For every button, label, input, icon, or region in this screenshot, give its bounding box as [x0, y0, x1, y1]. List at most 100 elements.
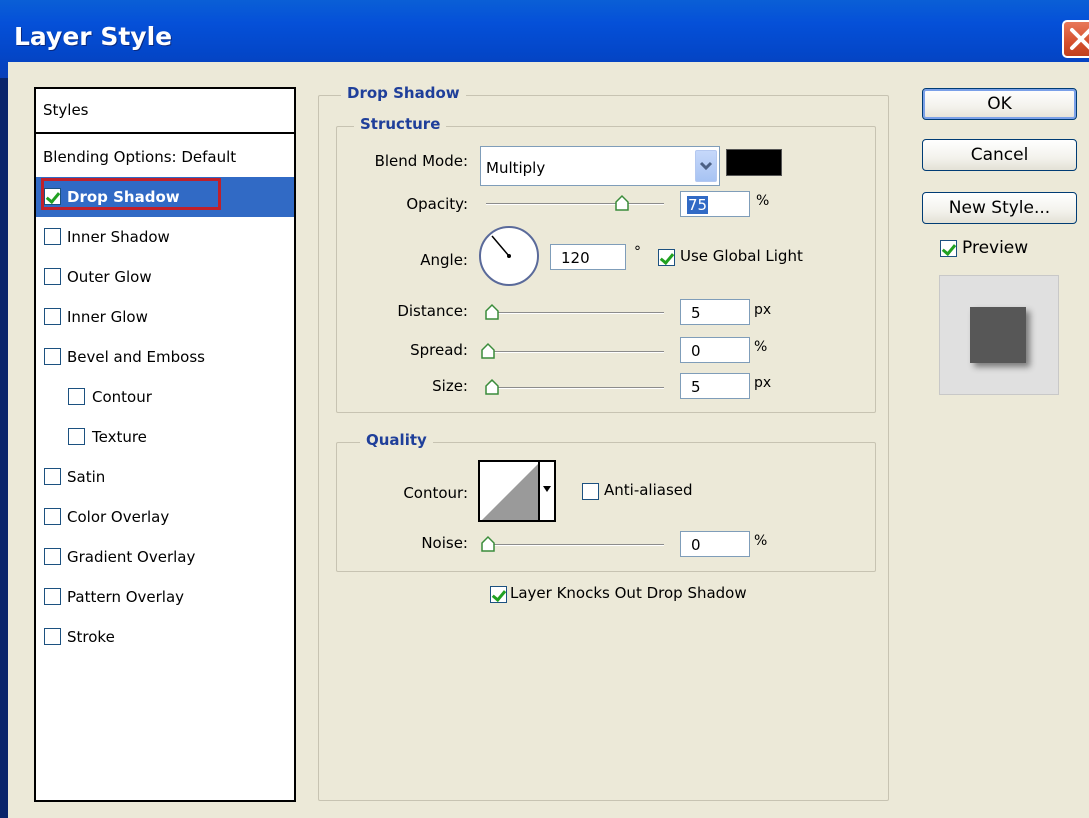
distance-input[interactable]: 5: [680, 299, 750, 325]
shadow-color-swatch[interactable]: [726, 149, 782, 176]
style-item[interactable]: Inner Glow: [36, 297, 294, 337]
distance-label: Distance:: [397, 302, 468, 320]
style-checkbox[interactable]: [44, 268, 61, 285]
contour-dropdown-button[interactable]: [538, 462, 554, 520]
ok-button[interactable]: OK: [922, 88, 1077, 120]
style-checkbox[interactable]: [44, 308, 61, 325]
use-global-light-label[interactable]: Use Global Light: [680, 247, 803, 265]
close-icon: [1070, 28, 1089, 50]
style-checkbox[interactable]: [44, 628, 61, 645]
style-item[interactable]: Outer Glow: [36, 257, 294, 297]
dialog-body: Styles Blending Options: Default Drop Sha…: [8, 62, 1089, 818]
style-item[interactable]: Drop Shadow: [36, 177, 294, 217]
style-item-label: Gradient Overlay: [67, 548, 196, 566]
style-checkbox[interactable]: [44, 508, 61, 525]
noise-label: Noise:: [421, 534, 468, 552]
triangle-down-icon: [543, 486, 551, 492]
style-item[interactable]: Texture: [36, 417, 294, 457]
style-item-label: Blending Options: Default: [43, 148, 237, 166]
style-checkbox[interactable]: [44, 468, 61, 485]
style-item[interactable]: Pattern Overlay: [36, 577, 294, 617]
style-item[interactable]: Stroke: [36, 617, 294, 657]
style-checkbox[interactable]: [44, 548, 61, 565]
opacity-value: 75: [687, 196, 709, 214]
style-item[interactable]: Gradient Overlay: [36, 537, 294, 577]
blend-mode-label: Blend Mode:: [374, 152, 468, 170]
style-item[interactable]: Blending Options: Default: [36, 137, 294, 177]
style-checkbox[interactable]: [44, 228, 61, 245]
layer-knocks-out-label[interactable]: Layer Knocks Out Drop Shadow: [510, 584, 747, 602]
style-item[interactable]: Color Overlay: [36, 497, 294, 537]
dropdown-arrow-button[interactable]: [695, 150, 717, 182]
size-label: Size:: [432, 377, 468, 395]
spread-input[interactable]: 0: [680, 337, 750, 363]
style-item-label: Texture: [92, 428, 147, 446]
style-preview: [939, 275, 1059, 395]
layer-style-dialog: Layer Style Styles Blending Options: Def…: [0, 0, 1089, 818]
chevron-down-icon: [699, 161, 713, 171]
style-item-label: Satin: [67, 468, 106, 486]
spread-label: Spread:: [410, 341, 468, 359]
preview-checkbox[interactable]: [940, 240, 957, 257]
close-button[interactable]: [1062, 20, 1089, 58]
style-checkbox[interactable]: [68, 388, 85, 405]
size-slider[interactable]: [486, 387, 664, 389]
style-item[interactable]: Satin: [36, 457, 294, 497]
angle-unit: °: [634, 244, 641, 260]
use-global-light-checkbox[interactable]: [658, 249, 675, 266]
opacity-input[interactable]: 75: [680, 191, 750, 217]
contour-label: Contour:: [403, 484, 468, 502]
noise-slider-thumb[interactable]: [480, 535, 496, 553]
opacity-slider-thumb[interactable]: [614, 194, 630, 212]
layer-knocks-out-checkbox[interactable]: [490, 586, 507, 603]
preview-label[interactable]: Preview: [962, 238, 1028, 258]
style-item-label: Bevel and Emboss: [67, 348, 205, 366]
style-item-label: Inner Glow: [67, 308, 148, 326]
blend-mode-select[interactable]: Multiply: [480, 146, 720, 186]
distance-slider[interactable]: [486, 312, 664, 314]
spread-unit: %: [754, 339, 768, 355]
noise-value: 0: [691, 536, 701, 554]
contour-picker[interactable]: [478, 460, 556, 522]
structure-title: Structure: [354, 115, 447, 133]
distance-slider-thumb[interactable]: [484, 303, 500, 321]
noise-slider[interactable]: [486, 544, 664, 546]
blend-mode-value: Multiply: [486, 159, 546, 177]
opacity-label: Opacity:: [406, 195, 468, 213]
preview-swatch: [970, 307, 1026, 363]
angle-value: 120: [561, 249, 590, 267]
style-item-label: Contour: [92, 388, 152, 406]
noise-input[interactable]: 0: [680, 531, 750, 557]
cancel-button[interactable]: Cancel: [922, 139, 1077, 171]
anti-aliased-label[interactable]: Anti-aliased: [604, 481, 693, 499]
dialog-title: Layer Style: [14, 22, 173, 51]
new-style-button[interactable]: New Style...: [922, 192, 1077, 224]
style-item[interactable]: Inner Shadow: [36, 217, 294, 257]
noise-unit: %: [754, 533, 768, 549]
style-checkbox[interactable]: [44, 348, 61, 365]
spread-slider[interactable]: [486, 351, 664, 353]
styles-header: Styles: [36, 89, 294, 134]
angle-input[interactable]: 120: [550, 244, 626, 270]
anti-aliased-checkbox[interactable]: [582, 483, 599, 500]
distance-value: 5: [691, 304, 701, 322]
quality-title: Quality: [360, 431, 433, 449]
angle-label: Angle:: [420, 251, 468, 269]
style-item-label: Pattern Overlay: [67, 588, 185, 606]
style-item-label: Outer Glow: [67, 268, 152, 286]
opacity-slider[interactable]: [486, 203, 664, 205]
size-slider-thumb[interactable]: [484, 378, 500, 396]
style-item-label: Stroke: [67, 628, 115, 646]
size-unit: px: [754, 375, 772, 391]
spread-slider-thumb[interactable]: [480, 342, 496, 360]
style-item-label: Color Overlay: [67, 508, 170, 526]
style-item[interactable]: Contour: [36, 377, 294, 417]
style-item[interactable]: Bevel and Emboss: [36, 337, 294, 377]
style-checkbox[interactable]: [68, 428, 85, 445]
drop-shadow-title: Drop Shadow: [341, 84, 466, 102]
angle-dial[interactable]: [478, 225, 540, 287]
style-item-label: Inner Shadow: [67, 228, 170, 246]
styles-list: Styles Blending Options: Default Drop Sha…: [34, 87, 296, 802]
size-input[interactable]: 5: [680, 373, 750, 399]
style-checkbox[interactable]: [44, 588, 61, 605]
